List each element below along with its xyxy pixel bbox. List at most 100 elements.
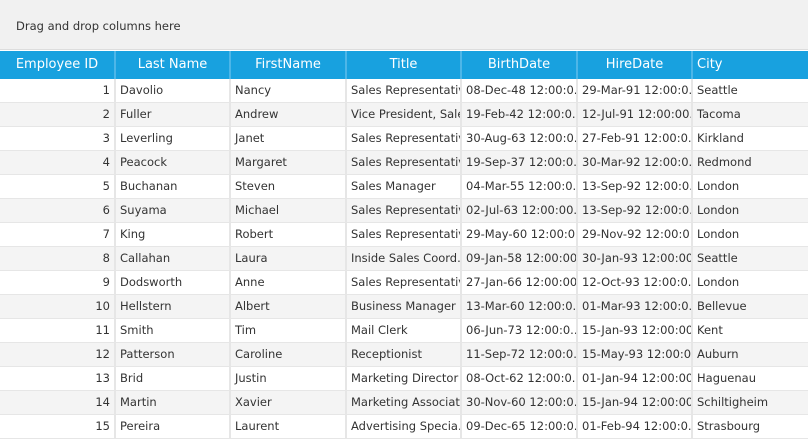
cell-hire-date[interactable]: 01-Feb-94 12:00:0...	[578, 415, 693, 438]
cell-employee-id[interactable]: 14	[0, 391, 116, 414]
cell-employee-id[interactable]: 15	[0, 415, 116, 438]
table-row[interactable]: 8 Callahan Laura Inside Sales Coord... 09-Ja…	[0, 247, 808, 271]
cell-city[interactable]: London	[693, 271, 808, 294]
cell-birth-date[interactable]: 04-Mar-55 12:00:0...	[462, 175, 578, 198]
group-drop-panel[interactable]: Drag and drop columns here	[0, 0, 808, 50]
cell-birth-date[interactable]: 13-Mar-60 12:00:0...	[462, 295, 578, 318]
cell-title[interactable]: Sales Manager	[347, 175, 462, 198]
cell-city[interactable]: Kirkland	[693, 127, 808, 150]
cell-last-name[interactable]: Smith	[116, 319, 231, 342]
cell-last-name[interactable]: Callahan	[116, 247, 231, 270]
cell-title[interactable]: Business Manager	[347, 295, 462, 318]
cell-first-name[interactable]: Andrew	[231, 103, 347, 126]
cell-birth-date[interactable]: 09-Jan-58 12:00:00...	[462, 247, 578, 270]
cell-birth-date[interactable]: 27-Jan-66 12:00:00...	[462, 271, 578, 294]
table-row[interactable]: 7 King Robert Sales Representative 29-May-60…	[0, 223, 808, 247]
cell-employee-id[interactable]: 4	[0, 151, 116, 174]
table-row[interactable]: 6 Suyama Michael Sales Representative 02-Jul…	[0, 199, 808, 223]
column-header-title[interactable]: Title	[347, 51, 462, 79]
cell-first-name[interactable]: Laurent	[231, 415, 347, 438]
cell-title[interactable]: Sales Representative	[347, 223, 462, 246]
cell-last-name[interactable]: Pereira	[116, 415, 231, 438]
cell-first-name[interactable]: Caroline	[231, 343, 347, 366]
table-row[interactable]: 15 Pereira Laurent Advertising Specia... 09-…	[0, 415, 808, 439]
cell-hire-date[interactable]: 13-Sep-92 12:00:0...	[578, 175, 693, 198]
cell-city[interactable]: Schiltigheim	[693, 391, 808, 414]
cell-birth-date[interactable]: 29-May-60 12:00:0...	[462, 223, 578, 246]
cell-last-name[interactable]: Suyama	[116, 199, 231, 222]
cell-employee-id[interactable]: 2	[0, 103, 116, 126]
cell-first-name[interactable]: Janet	[231, 127, 347, 150]
cell-city[interactable]: Strasbourg	[693, 415, 808, 438]
table-row[interactable]: 14 Martin Xavier Marketing Associate 30-Nov-…	[0, 391, 808, 415]
cell-birth-date[interactable]: 06-Jun-73 12:00:0...	[462, 319, 578, 342]
cell-employee-id[interactable]: 10	[0, 295, 116, 318]
cell-title[interactable]: Advertising Specia...	[347, 415, 462, 438]
cell-last-name[interactable]: Brid	[116, 367, 231, 390]
table-row[interactable]: 10 Hellstern Albert Business Manager 13-Mar-…	[0, 295, 808, 319]
cell-title[interactable]: Receptionist	[347, 343, 462, 366]
cell-employee-id[interactable]: 1	[0, 79, 116, 102]
cell-title[interactable]: Marketing Associate	[347, 391, 462, 414]
cell-first-name[interactable]: Albert	[231, 295, 347, 318]
cell-city[interactable]: London	[693, 199, 808, 222]
cell-city[interactable]: Auburn	[693, 343, 808, 366]
cell-hire-date[interactable]: 29-Mar-91 12:00:0...	[578, 79, 693, 102]
cell-first-name[interactable]: Anne	[231, 271, 347, 294]
cell-city[interactable]: London	[693, 175, 808, 198]
cell-hire-date[interactable]: 30-Mar-92 12:00:0...	[578, 151, 693, 174]
cell-last-name[interactable]: Patterson	[116, 343, 231, 366]
cell-employee-id[interactable]: 11	[0, 319, 116, 342]
column-header-birth-date[interactable]: BirthDate	[462, 51, 578, 79]
cell-hire-date[interactable]: 01-Mar-93 12:00:0...	[578, 295, 693, 318]
cell-city[interactable]: Bellevue	[693, 295, 808, 318]
cell-hire-date[interactable]: 13-Sep-92 12:00:0...	[578, 199, 693, 222]
cell-city[interactable]: London	[693, 223, 808, 246]
table-row[interactable]: 1 Davolio Nancy Sales Representative 08-Dec-…	[0, 79, 808, 103]
cell-city[interactable]: Haguenau	[693, 367, 808, 390]
cell-city[interactable]: Seattle	[693, 79, 808, 102]
cell-hire-date[interactable]: 15-May-93 12:00:0...	[578, 343, 693, 366]
table-row[interactable]: 9 Dodsworth Anne Sales Representative 27-Jan…	[0, 271, 808, 295]
column-header-first-name[interactable]: FirstName	[231, 51, 347, 79]
cell-employee-id[interactable]: 13	[0, 367, 116, 390]
cell-hire-date[interactable]: 15-Jan-93 12:00:00...	[578, 319, 693, 342]
cell-title[interactable]: Sales Representative	[347, 151, 462, 174]
cell-city[interactable]: Redmond	[693, 151, 808, 174]
cell-employee-id[interactable]: 5	[0, 175, 116, 198]
cell-last-name[interactable]: Leverling	[116, 127, 231, 150]
table-row[interactable]: 13 Brid Justin Marketing Director 08-Oct-62 …	[0, 367, 808, 391]
cell-last-name[interactable]: Davolio	[116, 79, 231, 102]
cell-title[interactable]: Sales Representative	[347, 271, 462, 294]
cell-hire-date[interactable]: 01-Jan-94 12:00:00...	[578, 367, 693, 390]
column-header-employee-id[interactable]: Employee ID	[0, 51, 116, 79]
cell-city[interactable]: Tacoma	[693, 103, 808, 126]
cell-birth-date[interactable]: 30-Aug-63 12:00:0...	[462, 127, 578, 150]
cell-city[interactable]: Seattle	[693, 247, 808, 270]
cell-birth-date[interactable]: 19-Sep-37 12:00:0...	[462, 151, 578, 174]
cell-first-name[interactable]: Michael	[231, 199, 347, 222]
cell-last-name[interactable]: Peacock	[116, 151, 231, 174]
cell-birth-date[interactable]: 02-Jul-63 12:00:00...	[462, 199, 578, 222]
cell-first-name[interactable]: Nancy	[231, 79, 347, 102]
cell-last-name[interactable]: Buchanan	[116, 175, 231, 198]
cell-last-name[interactable]: Dodsworth	[116, 271, 231, 294]
cell-employee-id[interactable]: 3	[0, 127, 116, 150]
cell-last-name[interactable]: Hellstern	[116, 295, 231, 318]
cell-title[interactable]: Vice President, Sales	[347, 103, 462, 126]
cell-last-name[interactable]: King	[116, 223, 231, 246]
cell-birth-date[interactable]: 30-Nov-60 12:00:0...	[462, 391, 578, 414]
cell-birth-date[interactable]: 08-Dec-48 12:00:0...	[462, 79, 578, 102]
cell-title[interactable]: Sales Representative	[347, 79, 462, 102]
cell-first-name[interactable]: Laura	[231, 247, 347, 270]
table-row[interactable]: 3 Leverling Janet Sales Representative 30-Au…	[0, 127, 808, 151]
column-header-city[interactable]: City	[693, 51, 808, 79]
table-row[interactable]: 11 Smith Tim Mail Clerk 06-Jun-73 12:00:0...…	[0, 319, 808, 343]
table-row[interactable]: 5 Buchanan Steven Sales Manager 04-Mar-55 12…	[0, 175, 808, 199]
cell-employee-id[interactable]: 6	[0, 199, 116, 222]
cell-title[interactable]: Sales Representative	[347, 127, 462, 150]
cell-hire-date[interactable]: 12-Oct-93 12:00:0...	[578, 271, 693, 294]
cell-birth-date[interactable]: 19-Feb-42 12:00:0...	[462, 103, 578, 126]
cell-last-name[interactable]: Martin	[116, 391, 231, 414]
table-row[interactable]: 4 Peacock Margaret Sales Representative 19-S…	[0, 151, 808, 175]
